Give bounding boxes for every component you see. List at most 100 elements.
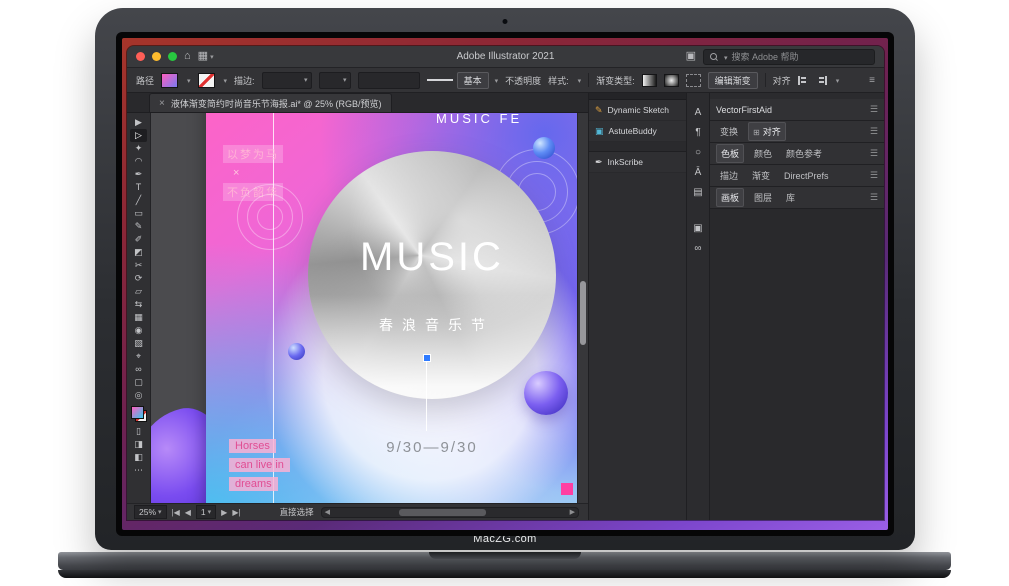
horizontal-scrollbar-thumb[interactable]	[399, 509, 486, 516]
panel-vectorfirstaid[interactable]: VectorFirstAid	[716, 105, 772, 115]
previous-artboard-button[interactable]: ◀	[185, 508, 191, 517]
arrange-documents-icon[interactable]: ▦	[198, 51, 214, 62]
search-input[interactable]: 搜索 Adobe 帮助	[703, 49, 875, 65]
magic-wand-tool[interactable]: ✦	[130, 142, 147, 155]
brush-preview[interactable]: 基本	[427, 72, 499, 89]
close-tab-icon[interactable]: ×	[159, 98, 165, 109]
align-left-icon[interactable]	[798, 76, 809, 85]
zoom-tool[interactable]: ◎	[130, 389, 147, 402]
artboard-tool[interactable]: ▢	[130, 376, 147, 389]
tab-stroke[interactable]: 描边	[716, 167, 742, 184]
links-panel-icon[interactable]: ∞	[694, 243, 701, 254]
artboards-panel-icon[interactable]: ▣	[693, 223, 702, 234]
tab-color[interactable]: 颜色	[750, 145, 776, 162]
rotate-tool[interactable]: ⟳	[130, 272, 147, 285]
align-caret-icon[interactable]	[834, 75, 840, 85]
tab-gradient[interactable]: 渐变	[748, 167, 774, 184]
appearance-panel-icon[interactable]: ▤	[693, 187, 702, 198]
fill-proxy-swatch[interactable]	[131, 406, 144, 419]
draw-behind-mode-icon[interactable]: ◨	[130, 438, 147, 451]
panel-menu-icon[interactable]: ☰	[870, 170, 878, 181]
gradient-tool[interactable]: ▧	[130, 337, 147, 350]
paragraph-panel-icon[interactable]: ¶	[695, 127, 700, 138]
close-window-button[interactable]	[136, 52, 145, 61]
direct-selection-tool[interactable]: ▷	[130, 129, 147, 142]
brush-definition-dropdown[interactable]	[358, 72, 420, 89]
artboard-number-dropdown[interactable]: 1	[196, 505, 216, 519]
panel-menu-icon[interactable]: ☰	[870, 148, 878, 159]
canvas[interactable]: MUSIC FE 以梦为马 × 不负韶华	[151, 113, 588, 503]
panel-menu-icon[interactable]: ☰	[870, 104, 878, 115]
tab-align[interactable]: ⊞对齐	[748, 122, 786, 141]
panel-menu-icon[interactable]: ☰	[870, 192, 878, 203]
variable-width-dropdown[interactable]	[319, 72, 351, 89]
stroke-panel-icon[interactable]: ○	[695, 147, 701, 158]
vertical-scrollbar-thumb[interactable]	[580, 281, 586, 345]
linear-gradient-button[interactable]	[642, 74, 657, 87]
lasso-tool[interactable]: ◠	[130, 155, 147, 168]
tab-libraries[interactable]: 库	[782, 189, 799, 206]
panel-astutebuddy[interactable]: ▣ AstuteBuddy	[589, 121, 686, 142]
rectangle-tool[interactable]: ▭	[130, 207, 147, 220]
draw-normal-mode-icon[interactable]: ▯	[130, 425, 147, 438]
zoom-level-dropdown[interactable]: 25%	[134, 505, 167, 519]
line-segment-tool[interactable]: ╱	[130, 194, 147, 207]
edit-gradient-button[interactable]: 编辑渐变	[708, 72, 758, 89]
workspace-switcher-icon[interactable]: ▣	[686, 51, 696, 62]
width-tool[interactable]: ⇆	[130, 298, 147, 311]
control-bar-menu-icon[interactable]: ≡	[869, 75, 875, 86]
tab-layers[interactable]: 图层	[750, 189, 776, 206]
perspective-grid-tool[interactable]: ▦	[130, 311, 147, 324]
panel-dynamic-sketch[interactable]: ✎ Dynamic Sketch	[589, 100, 686, 121]
artboard-poster[interactable]: MUSIC FE 以梦为马 × 不负韶华	[206, 113, 582, 503]
selection-tool[interactable]: ▶	[130, 116, 147, 129]
mesh-tool[interactable]: ◉	[130, 324, 147, 337]
tab-directprefs[interactable]: DirectPrefs	[780, 169, 833, 183]
tab-swatches[interactable]: 色板	[716, 144, 744, 163]
radial-gradient-button[interactable]	[664, 74, 679, 87]
first-artboard-button[interactable]: |◀	[172, 508, 180, 517]
home-icon[interactable]: ⌂	[184, 51, 191, 62]
align-right-icon[interactable]	[816, 76, 827, 85]
fill-caret-icon[interactable]	[185, 75, 191, 85]
pencil-tool[interactable]: ✐	[130, 233, 147, 246]
brush-name-button[interactable]: 基本	[457, 72, 489, 89]
horizontal-scrollbar-track[interactable]: ◀ ▶	[321, 507, 579, 518]
last-artboard-button[interactable]: ▶|	[232, 508, 240, 517]
freeform-gradient-button[interactable]	[686, 74, 701, 87]
scale-tool[interactable]: ▱	[130, 285, 147, 298]
scroll-left-icon[interactable]: ◀	[325, 508, 330, 516]
scroll-right-icon[interactable]: ▶	[570, 508, 575, 516]
eyedropper-tool[interactable]: ⌖	[130, 350, 147, 363]
tab-color-guide[interactable]: 颜色参考	[782, 145, 826, 162]
blend-tool[interactable]: ∞	[130, 363, 147, 376]
vertical-scrollbar-track[interactable]	[577, 113, 588, 503]
type-tool[interactable]: T	[130, 181, 147, 194]
search-scope-caret-icon[interactable]	[722, 52, 728, 62]
next-artboard-button[interactable]: ▶	[221, 508, 227, 517]
edit-toolbar-icon[interactable]: ⋯	[130, 464, 147, 477]
eraser-tool[interactable]: ◩	[130, 246, 147, 259]
minimize-window-button[interactable]	[152, 52, 161, 61]
glyphs-panel-icon[interactable]: Ā	[695, 167, 702, 178]
stroke-color-swatch[interactable]	[198, 73, 215, 88]
character-panel-icon[interactable]: A	[695, 107, 702, 118]
opacity-label[interactable]: 不透明度	[505, 74, 541, 87]
document-tab[interactable]: × 液体渐变简约时尚音乐节海报.ai* @ 25% (RGB/预览)	[149, 93, 392, 112]
brush-caret-icon[interactable]	[493, 75, 499, 85]
tab-transform[interactable]: 变换	[716, 123, 742, 140]
pen-tool[interactable]: ✒	[130, 168, 147, 181]
scissors-tool[interactable]: ✂	[130, 259, 147, 272]
stroke-weight-dropdown[interactable]	[262, 72, 312, 89]
paintbrush-tool[interactable]: ✎	[130, 220, 147, 233]
fill-stroke-indicator[interactable]	[131, 406, 147, 422]
style-caret-icon[interactable]	[576, 75, 582, 85]
gradient-annotator-handle[interactable]	[423, 354, 431, 362]
stroke-caret-icon[interactable]	[222, 75, 228, 85]
fill-color-swatch[interactable]	[161, 73, 178, 88]
tab-artboards[interactable]: 画板	[716, 188, 744, 207]
panel-menu-icon[interactable]: ☰	[870, 126, 878, 137]
zoom-window-button[interactable]	[168, 52, 177, 61]
draw-inside-mode-icon[interactable]: ◧	[130, 451, 147, 464]
panel-inkscribe[interactable]: ✒ InkScribe	[589, 152, 686, 173]
